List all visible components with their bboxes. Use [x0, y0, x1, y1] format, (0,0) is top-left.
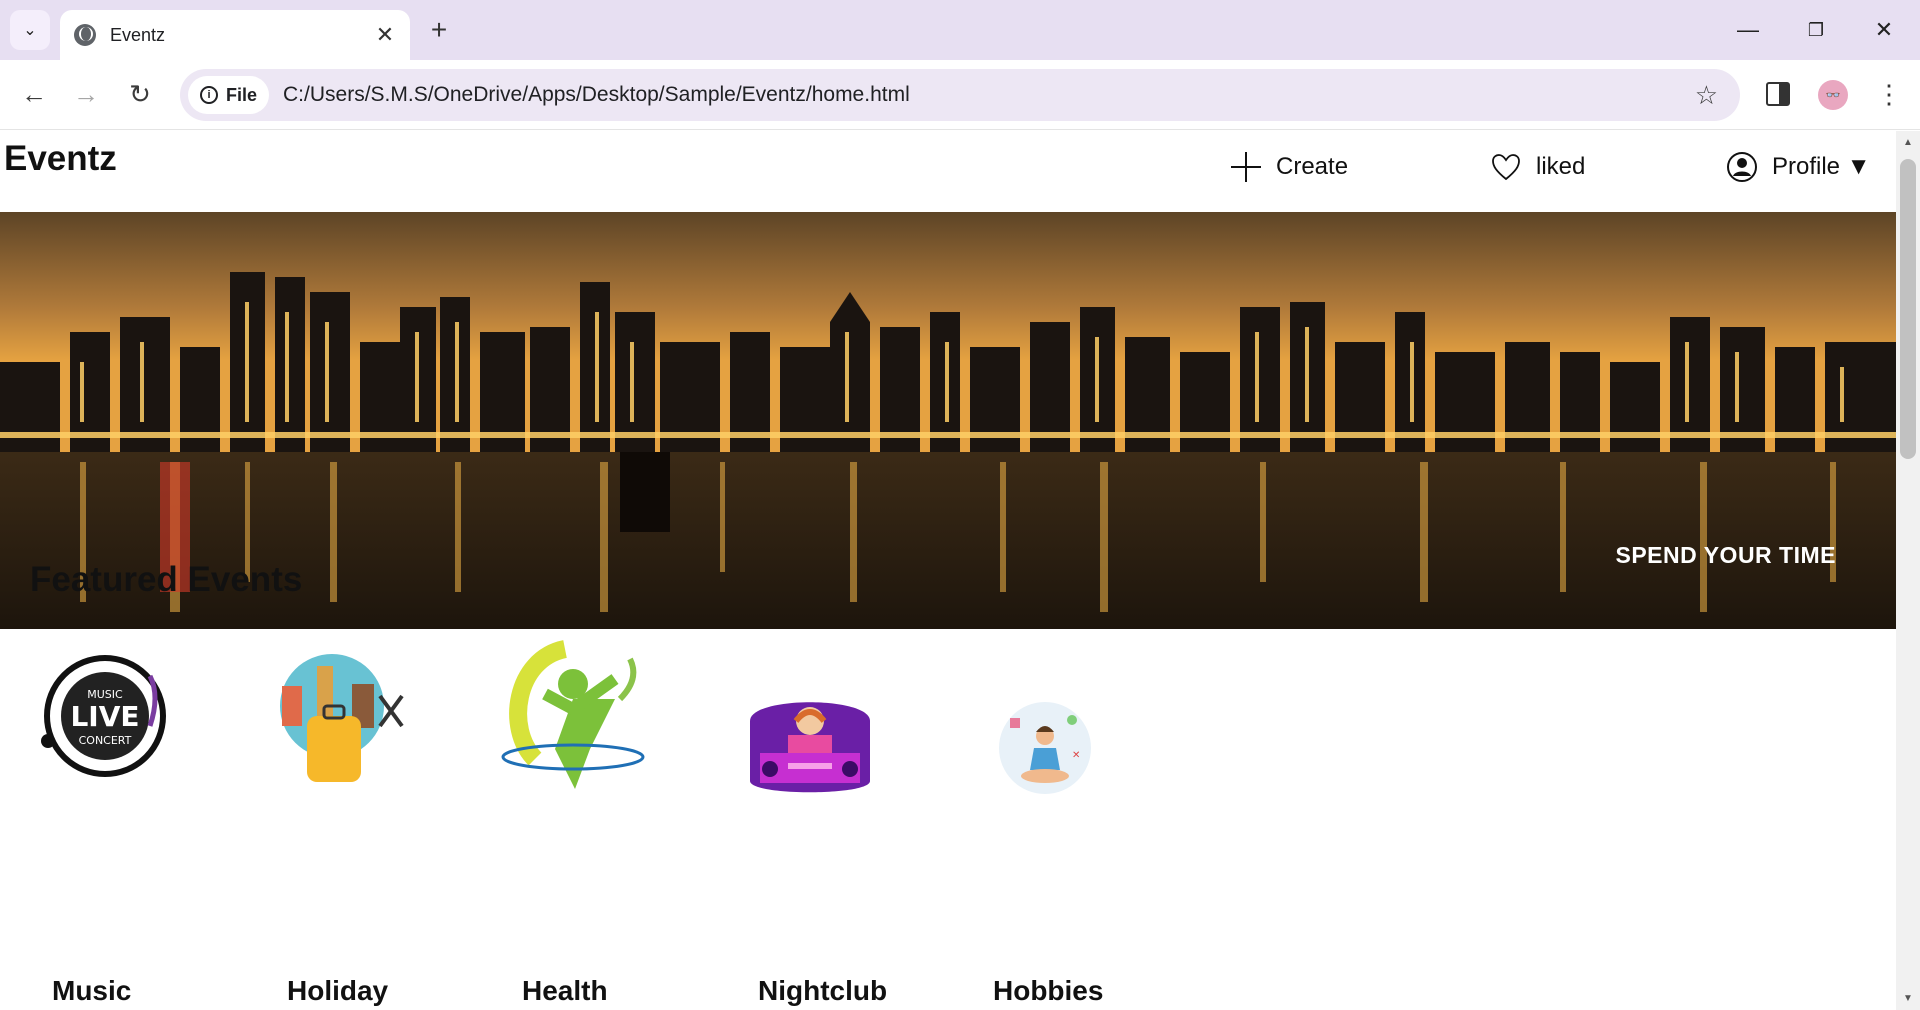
category-label-nightclub[interactable]: Nightclub [758, 975, 887, 1007]
side-panel-icon[interactable] [1766, 82, 1790, 106]
close-window-button[interactable]: ✕ [1864, 12, 1904, 48]
user-circle-icon [1727, 152, 1757, 182]
browser-menu-icon[interactable]: ⋮ [1876, 74, 1902, 114]
forward-button[interactable]: → [66, 74, 106, 114]
category-label-holiday[interactable]: Holiday [287, 975, 388, 1007]
svg-text:✕: ✕ [1072, 750, 1080, 761]
tab-title: Eventz [110, 24, 166, 45]
browser-tab[interactable]: Eventz ✕ [60, 10, 410, 60]
hero-tagline: SPEND YOUR TIME [1615, 542, 1836, 568]
category-label-hobbies[interactable]: Hobbies [993, 975, 1103, 1007]
category-label-music[interactable]: Music [52, 975, 131, 1007]
health-person-icon [501, 640, 645, 789]
minimize-button[interactable]: — [1728, 12, 1768, 48]
scrollbar-thumb[interactable] [1900, 159, 1916, 459]
liked-nav-item[interactable]: liked [1490, 151, 1585, 183]
liked-label: liked [1536, 153, 1586, 180]
site-info-label: File [226, 84, 258, 105]
browser-profile-avatar[interactable]: 👓 [1818, 80, 1848, 110]
category-holiday[interactable] [262, 646, 422, 826]
scroll-up-arrow-icon[interactable]: ▲ [1903, 137, 1913, 148]
category-nightclub[interactable] [740, 691, 890, 821]
svg-text:LIVE: LIVE [70, 700, 139, 733]
browser-tabbar: ⌄ Eventz ✕ + — ❐ ✕ [0, 0, 1920, 60]
browser-toolbar: ← → ↻ i File C:/Users/S.M.S/OneDrive/App… [0, 60, 1920, 130]
back-button[interactable]: ← [14, 74, 54, 114]
info-icon: i [200, 86, 218, 104]
svg-text:CONCERT: CONCERT [79, 734, 132, 747]
bookmark-star-icon[interactable]: ☆ [1695, 80, 1718, 111]
close-tab-icon[interactable]: ✕ [370, 22, 400, 48]
category-hobbies[interactable]: ✕ [990, 698, 1120, 828]
live-concert-icon: MUSIC LIVE CONCERT [41, 655, 166, 777]
page-scrollbar[interactable]: ▲ ▼ [1896, 131, 1920, 1010]
globe-icon [74, 24, 96, 46]
dj-icon [750, 702, 870, 793]
create-label: Create [1276, 153, 1349, 180]
tab-search-button[interactable]: ⌄ [10, 10, 50, 50]
category-music[interactable]: MUSIC LIVE CONCERT [30, 646, 190, 826]
heart-icon [1492, 154, 1520, 181]
site-info-chip[interactable]: i File [188, 76, 270, 114]
page-viewport: Eventz Create liked Profile ▼ SPEND YOUR… [0, 131, 1896, 1010]
meditation-icon: ✕ [999, 702, 1091, 794]
reload-button[interactable]: ↻ [120, 74, 160, 114]
site-brand[interactable]: Eventz [4, 139, 117, 179]
new-tab-button[interactable]: + [422, 14, 456, 46]
address-bar[interactable]: i File C:/Users/S.M.S/OneDrive/Apps/Desk… [180, 69, 1740, 121]
profile-nav-item[interactable]: Profile ▼ [1726, 151, 1870, 183]
site-header: Eventz Create liked Profile ▼ [0, 131, 1896, 212]
scroll-down-arrow-icon[interactable]: ▼ [1903, 993, 1913, 1004]
plus-icon [1230, 151, 1262, 183]
profile-label: Profile ▼ [1772, 153, 1871, 180]
url-text[interactable]: C:/Users/S.M.S/OneDrive/Apps/Desktop/Sam… [283, 83, 1695, 107]
category-health[interactable] [495, 639, 655, 829]
restore-button[interactable]: ❐ [1796, 12, 1836, 48]
category-label-health[interactable]: Health [522, 975, 608, 1007]
featured-events-title: Featured Events [30, 560, 303, 599]
travel-suitcase-icon [280, 654, 404, 782]
create-nav-item[interactable]: Create [1230, 151, 1348, 183]
